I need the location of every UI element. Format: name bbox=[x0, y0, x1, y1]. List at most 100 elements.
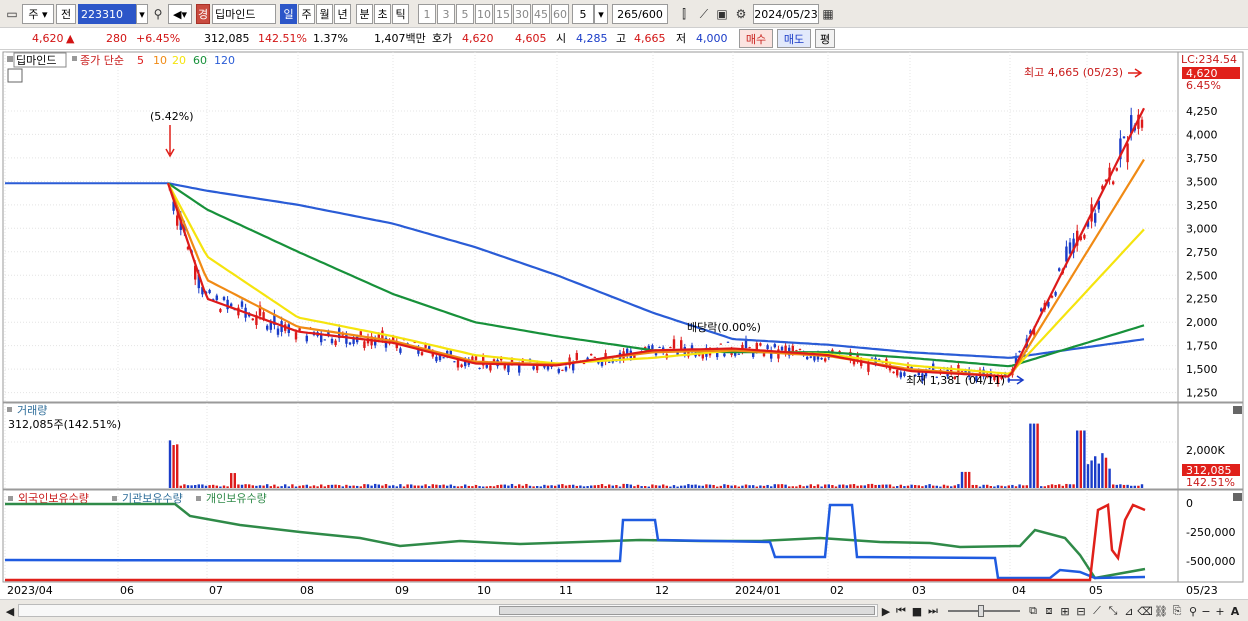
price-panel[interactable] bbox=[2, 51, 1244, 403]
count-select[interactable]: 5 bbox=[572, 4, 594, 24]
volume-bar bbox=[215, 485, 218, 488]
volume-bar bbox=[971, 484, 974, 488]
volume-bar bbox=[795, 486, 798, 488]
erase-icon[interactable]: ⌫ bbox=[1137, 604, 1153, 618]
volume-bar bbox=[1104, 457, 1108, 488]
candle-body bbox=[219, 309, 222, 312]
volume-close-icon[interactable] bbox=[1233, 406, 1242, 414]
save-icon[interactable]: ▣ bbox=[714, 6, 730, 22]
period-tab-5[interactable]: 초 bbox=[374, 4, 391, 24]
volume-bar bbox=[766, 484, 769, 488]
volume-bar bbox=[755, 486, 758, 488]
interval-button-3[interactable]: 3 bbox=[437, 4, 455, 24]
grid-icon[interactable]: ⊞ bbox=[1058, 604, 1072, 618]
low-annotation: 최저 1,381 (04/11) bbox=[906, 374, 1005, 387]
x-axis-label: 2024/01 bbox=[735, 584, 781, 597]
candle-type-icon[interactable]: ⫿ bbox=[676, 6, 692, 22]
candle-body bbox=[471, 356, 474, 361]
zoom-slider[interactable] bbox=[948, 605, 1020, 617]
settings-gear-icon[interactable]: ⚙ bbox=[733, 6, 749, 22]
zoom-input[interactable]: 265/600 bbox=[612, 4, 668, 24]
line-tool-icon[interactable]: ⟋ bbox=[1090, 604, 1104, 618]
type-select[interactable]: 전 bbox=[56, 4, 76, 24]
candle-body bbox=[507, 365, 510, 373]
volume-bar bbox=[770, 486, 773, 488]
buy-button[interactable]: 매수 bbox=[739, 29, 773, 48]
calendar-icon[interactable]: ▦ bbox=[820, 6, 836, 22]
volume-bar bbox=[251, 485, 254, 488]
volume-bar bbox=[273, 484, 276, 488]
interval-button-10[interactable]: 10 bbox=[475, 4, 493, 24]
volume-bar bbox=[924, 485, 928, 488]
auto-scale-icon[interactable]: A bbox=[1228, 604, 1242, 618]
candle-body bbox=[276, 328, 280, 335]
scroll-left-icon[interactable]: ◀ bbox=[4, 604, 16, 618]
rewind-icon[interactable]: ⏮ bbox=[894, 604, 908, 618]
stock-chart[interactable]: 4,250 4,000 3,750 3,500 3,250 3,000 2,750 2,500… bbox=[0, 50, 1248, 599]
volume-bar bbox=[1025, 485, 1028, 488]
scroll-thumb[interactable] bbox=[499, 606, 875, 615]
forward-icon[interactable]: ⏭ bbox=[926, 604, 940, 618]
window-icon[interactable]: ▭ bbox=[4, 6, 20, 22]
period-tab-6[interactable]: 틱 bbox=[392, 4, 409, 24]
price-tick-label: 4,250 bbox=[1186, 105, 1218, 118]
sound-toggle[interactable]: ◀▾ bbox=[168, 4, 192, 24]
legend-ma-60: 60 bbox=[193, 54, 207, 67]
volume-bar bbox=[266, 484, 269, 488]
volume-bar bbox=[680, 485, 683, 488]
legend-ma-10: 10 bbox=[153, 54, 167, 67]
table-icon[interactable]: ⊟ bbox=[1074, 604, 1088, 618]
period-tab-4[interactable]: 분 bbox=[356, 4, 373, 24]
volume-bar bbox=[554, 485, 557, 488]
period-tab-2[interactable]: 월 bbox=[316, 4, 333, 24]
date-input[interactable]: 2024/05/23 bbox=[753, 4, 819, 24]
period-tab-1[interactable]: 주 bbox=[298, 4, 315, 24]
interval-button-5[interactable]: 5 bbox=[456, 4, 474, 24]
trend-tool-icon[interactable]: ⤡ bbox=[1106, 604, 1120, 618]
volume-legend-marker bbox=[7, 407, 12, 412]
search-icon[interactable]: ⚲ bbox=[150, 6, 166, 22]
zoom-slider-handle[interactable] bbox=[978, 605, 984, 617]
candle-body bbox=[208, 289, 211, 294]
candle-body bbox=[1065, 246, 1068, 262]
measure-icon[interactable]: ⊿ bbox=[1122, 604, 1136, 618]
legend-name: 딥마인드 bbox=[16, 54, 56, 67]
interval-button-15[interactable]: 15 bbox=[494, 4, 512, 24]
volume-bar bbox=[597, 484, 600, 488]
zoom-out-icon[interactable]: − bbox=[1200, 604, 1212, 618]
period-tab-0[interactable]: 일 bbox=[280, 4, 297, 24]
layout-icon[interactable]: ⧉ bbox=[1026, 604, 1040, 618]
scroll-right-icon[interactable]: ▶ bbox=[880, 604, 892, 618]
volume-bar bbox=[212, 484, 215, 488]
table-toggle-icon[interactable] bbox=[7, 68, 23, 83]
market-select[interactable]: 주 ▾ bbox=[22, 4, 54, 24]
trade-amount: 1,407백만 bbox=[374, 32, 426, 45]
interval-button-45[interactable]: 45 bbox=[532, 4, 550, 24]
interval-button-60[interactable]: 60 bbox=[551, 4, 569, 24]
candle-body bbox=[824, 358, 827, 362]
volume-panel[interactable] bbox=[2, 402, 1244, 490]
chart-scrollbar[interactable]: ◀ ▶ ⏮ ■ ⏭ ⧉ ⧈ ⊞ ⊟ ⟋ ⤡ ⊿ ⌫ ⛓ ⎘ ⚲ − + A bbox=[0, 599, 1248, 621]
count-dropdown[interactable]: ▾ bbox=[594, 4, 608, 24]
code-dropdown[interactable]: ▾ bbox=[136, 4, 148, 24]
volume-bar bbox=[892, 486, 895, 488]
interval-button-30[interactable]: 30 bbox=[513, 4, 531, 24]
average-button[interactable]: 평 bbox=[815, 29, 835, 48]
interval-button-1[interactable]: 1 bbox=[418, 4, 436, 24]
stop-icon[interactable]: ■ bbox=[910, 604, 924, 618]
period-tab-3[interactable]: 년 bbox=[334, 4, 351, 24]
copy-icon[interactable]: ⎘ bbox=[1170, 604, 1184, 618]
zoom-in-icon[interactable]: + bbox=[1214, 604, 1226, 618]
draw-tool-icon[interactable]: ⟋ bbox=[696, 6, 712, 22]
sell-button[interactable]: 매도 bbox=[777, 29, 811, 48]
volume-bar bbox=[244, 484, 247, 488]
code-input[interactable]: 223310 bbox=[78, 4, 136, 24]
magnify-icon[interactable]: ⚲ bbox=[1186, 604, 1200, 618]
link-icon[interactable]: ⛓ bbox=[1154, 604, 1168, 618]
volume-bar bbox=[939, 486, 942, 488]
holdings-close-icon[interactable] bbox=[1233, 493, 1242, 501]
scroll-track[interactable] bbox=[18, 604, 878, 617]
split-icon[interactable]: ⧈ bbox=[1042, 604, 1056, 618]
volume-bar bbox=[1032, 423, 1036, 488]
volume-bar bbox=[302, 485, 305, 488]
